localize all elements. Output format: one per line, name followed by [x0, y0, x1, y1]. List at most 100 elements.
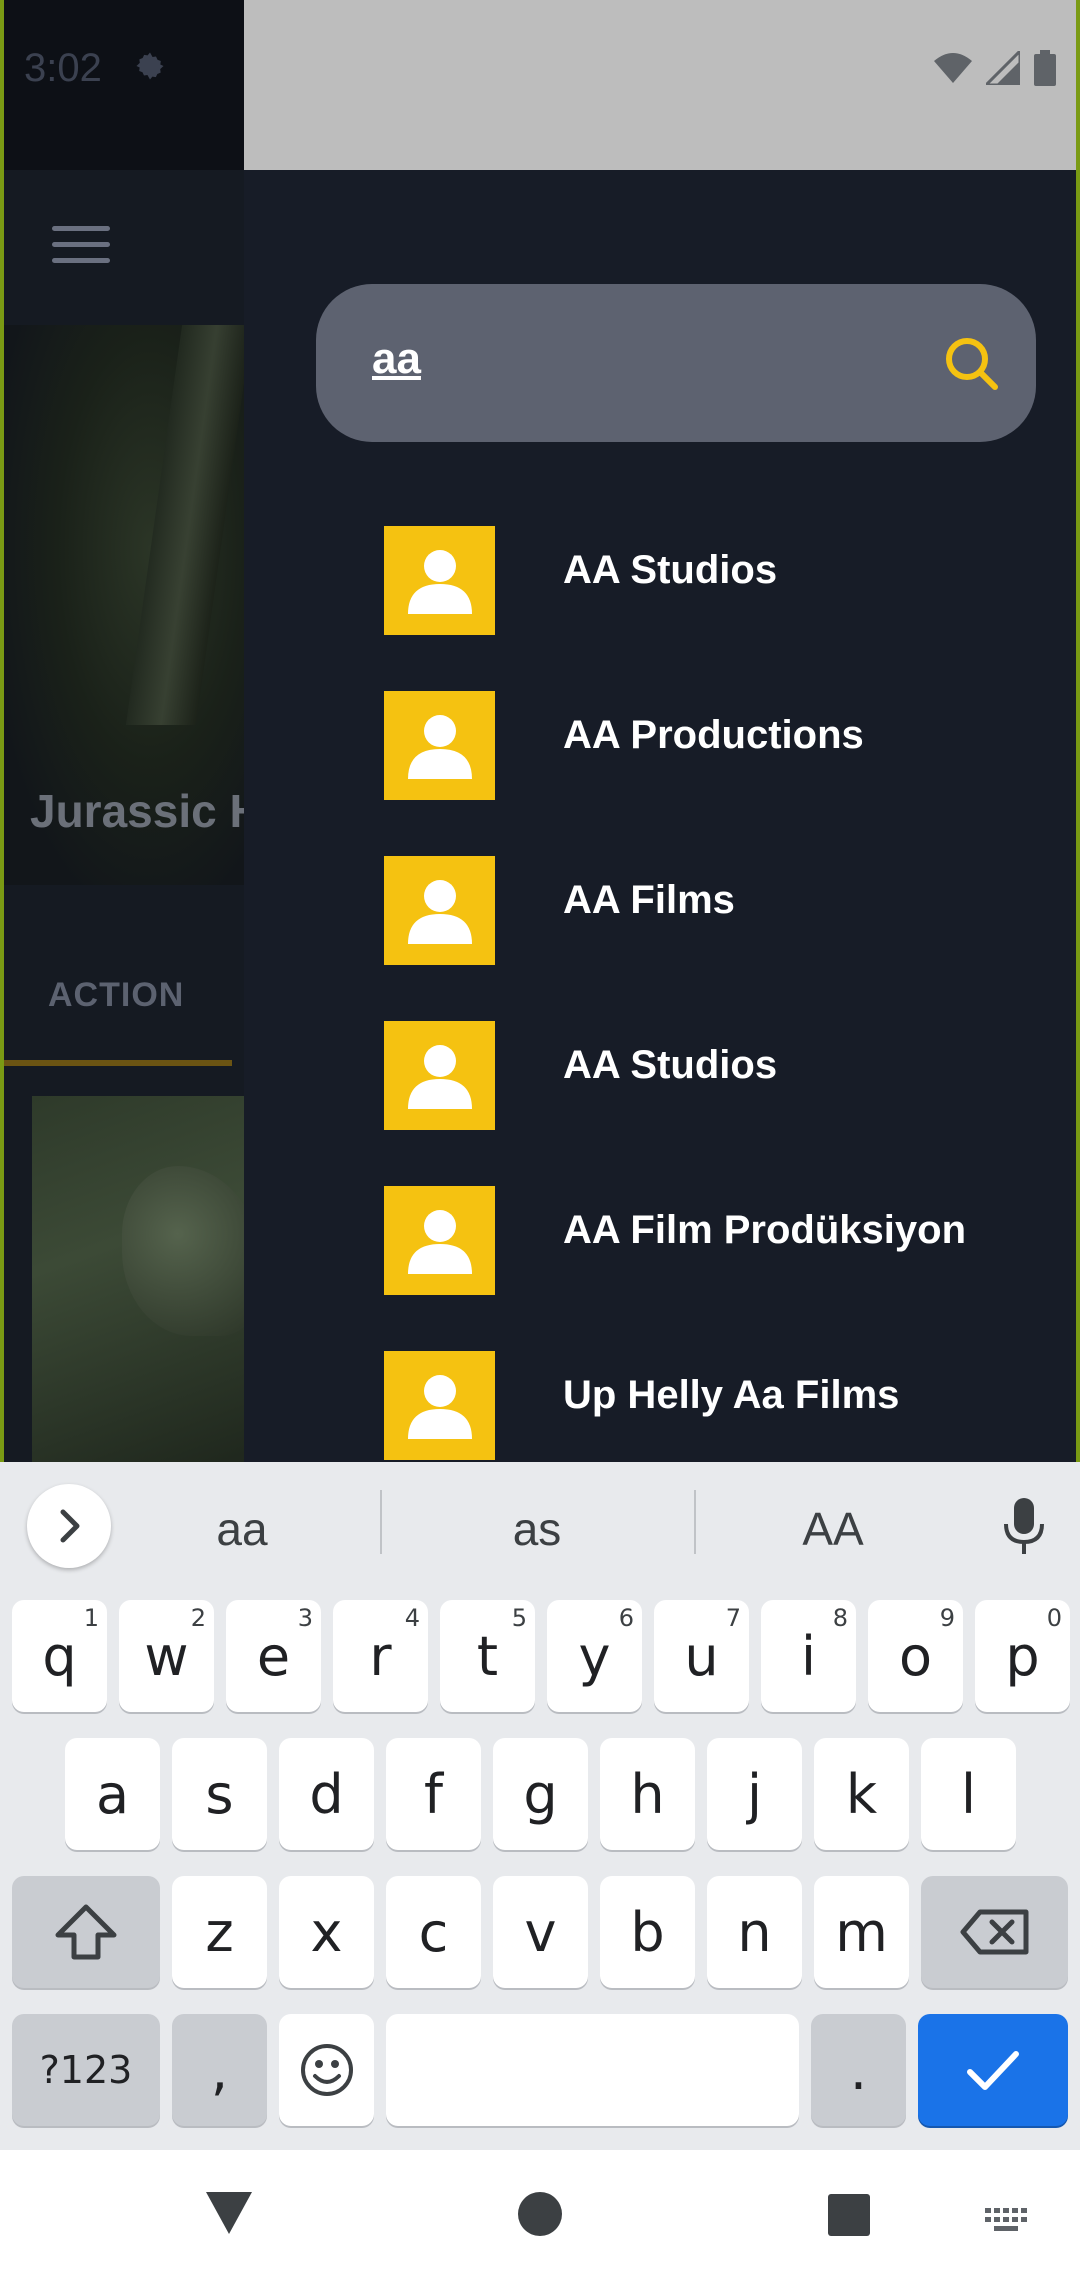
key-a[interactable]: a	[65, 1738, 160, 1850]
key-s[interactable]: s	[172, 1738, 267, 1850]
person-icon	[384, 856, 495, 965]
key-z-label: z	[205, 1900, 234, 1964]
key-t-label: t	[476, 1624, 499, 1688]
key-w-hint: 2	[190, 1604, 206, 1632]
enter-key[interactable]	[918, 2014, 1068, 2126]
key-f-label: f	[423, 1762, 443, 1826]
mic-icon[interactable]	[1002, 1496, 1046, 1556]
key-d-label: d	[309, 1762, 344, 1826]
key-e-hint: 3	[297, 1604, 313, 1632]
navigation-bar	[0, 2150, 1080, 2280]
menu-icon[interactable]	[52, 226, 110, 270]
result-label: AA Productions	[563, 713, 864, 757]
key-w[interactable]: w2	[119, 1600, 214, 1712]
backspace-key[interactable]	[921, 1876, 1068, 1988]
key-y[interactable]: y6	[547, 1600, 642, 1712]
expand-toolbar-button[interactable]	[27, 1484, 111, 1568]
shift-key[interactable]	[12, 1876, 160, 1988]
person-icon	[384, 691, 495, 800]
tab-action[interactable]: ACTION	[48, 976, 184, 1015]
key-c-label: c	[418, 1900, 449, 1964]
result-label: AA Films	[563, 878, 735, 922]
home-icon[interactable]	[518, 2192, 562, 2236]
key-j[interactable]: j	[707, 1738, 802, 1850]
key-v-label: v	[524, 1900, 557, 1964]
emoji-icon	[300, 2044, 353, 2096]
background-app: 3:02 Jurassic H ACTION	[0, 0, 244, 1462]
period-key-label: .	[849, 2038, 868, 2102]
signal-icon	[986, 51, 1020, 85]
key-q-hint: 1	[83, 1604, 99, 1632]
key-k[interactable]: k	[814, 1738, 909, 1850]
search-query-text[interactable]: aa	[372, 334, 421, 384]
suggestion-1[interactable]: aa	[122, 1502, 362, 1556]
key-h[interactable]: h	[600, 1738, 695, 1850]
suggestion-divider	[694, 1490, 696, 1554]
chevron-right-icon	[60, 1509, 80, 1543]
period-key[interactable]: .	[811, 2014, 906, 2126]
suggestion-3[interactable]: AA	[713, 1502, 953, 1556]
movie-title: Jurassic H	[30, 785, 244, 837]
key-r-hint: 4	[404, 1604, 420, 1632]
back-icon[interactable]	[206, 2192, 252, 2234]
key-q[interactable]: q1	[12, 1600, 107, 1712]
key-g[interactable]: g	[493, 1738, 588, 1850]
result-label: AA Studios	[563, 1043, 778, 1087]
key-u-label: u	[684, 1624, 719, 1688]
symbols-key-label: ?123	[39, 2048, 133, 2092]
key-r[interactable]: r4	[333, 1600, 428, 1712]
key-q-label: q	[42, 1624, 77, 1688]
key-z[interactable]: z	[172, 1876, 267, 1988]
key-k-label: k	[845, 1762, 878, 1826]
key-e[interactable]: e3	[226, 1600, 321, 1712]
key-i-label: i	[800, 1624, 816, 1688]
result-item[interactable]: AA Film Prodüksiyon	[384, 1186, 1064, 1351]
comma-key[interactable]: ,	[172, 2014, 267, 2126]
wifi-icon	[934, 53, 972, 83]
person-icon	[384, 526, 495, 635]
result-item[interactable]: AA Studios	[384, 526, 1064, 691]
key-d[interactable]: d	[279, 1738, 374, 1850]
shift-icon	[55, 1904, 117, 1960]
tab-indicator	[4, 1060, 232, 1066]
key-f[interactable]: f	[386, 1738, 481, 1850]
key-b[interactable]: b	[600, 1876, 695, 1988]
result-item[interactable]: Up Helly Aa Films	[384, 1351, 1064, 1462]
key-t[interactable]: t5	[440, 1600, 535, 1712]
search-icon[interactable]	[942, 334, 1000, 392]
emoji-key[interactable]	[279, 2014, 374, 2126]
key-n[interactable]: n	[707, 1876, 802, 1988]
space-key[interactable]	[386, 2014, 799, 2126]
search-input[interactable]: aa	[316, 284, 1036, 442]
key-r-label: r	[369, 1624, 392, 1688]
keyboard: aa as AA q1w2e3r4t5y6u7i8o9p0asdfghjklzx…	[0, 1462, 1080, 2150]
result-item[interactable]: AA Productions	[384, 691, 1064, 856]
key-i[interactable]: i8	[761, 1600, 856, 1712]
key-p[interactable]: p0	[975, 1600, 1070, 1712]
key-m[interactable]: m	[814, 1876, 909, 1988]
symbols-key[interactable]: ?123	[12, 2014, 160, 2126]
key-a-label: a	[95, 1762, 130, 1826]
key-x-label: x	[310, 1900, 343, 1964]
status-time: 3:02	[24, 46, 102, 90]
result-item[interactable]: AA Films	[384, 856, 1064, 1021]
check-icon	[967, 2051, 1019, 2090]
movie-poster[interactable]	[32, 1096, 244, 1462]
key-p-label: p	[1005, 1624, 1040, 1688]
key-s-label: s	[205, 1762, 234, 1826]
search-drawer: aa AA Studios AA Productions AA Films AA St…	[244, 170, 1080, 1462]
key-x[interactable]: x	[279, 1876, 374, 1988]
result-item[interactable]: AA Studios	[384, 1021, 1064, 1186]
key-u-hint: 7	[725, 1604, 741, 1632]
key-p-hint: 0	[1046, 1604, 1062, 1632]
key-o[interactable]: o9	[868, 1600, 963, 1712]
suggestion-2[interactable]: as	[417, 1502, 657, 1556]
keyboard-switch-icon[interactable]	[985, 2208, 1029, 2236]
key-c[interactable]: c	[386, 1876, 481, 1988]
comma-key-label: ,	[210, 2038, 229, 2102]
key-v[interactable]: v	[493, 1876, 588, 1988]
key-l[interactable]: l	[921, 1738, 1016, 1850]
recents-icon[interactable]	[828, 2194, 870, 2236]
key-u[interactable]: u7	[654, 1600, 749, 1712]
key-l-label: l	[960, 1762, 976, 1826]
